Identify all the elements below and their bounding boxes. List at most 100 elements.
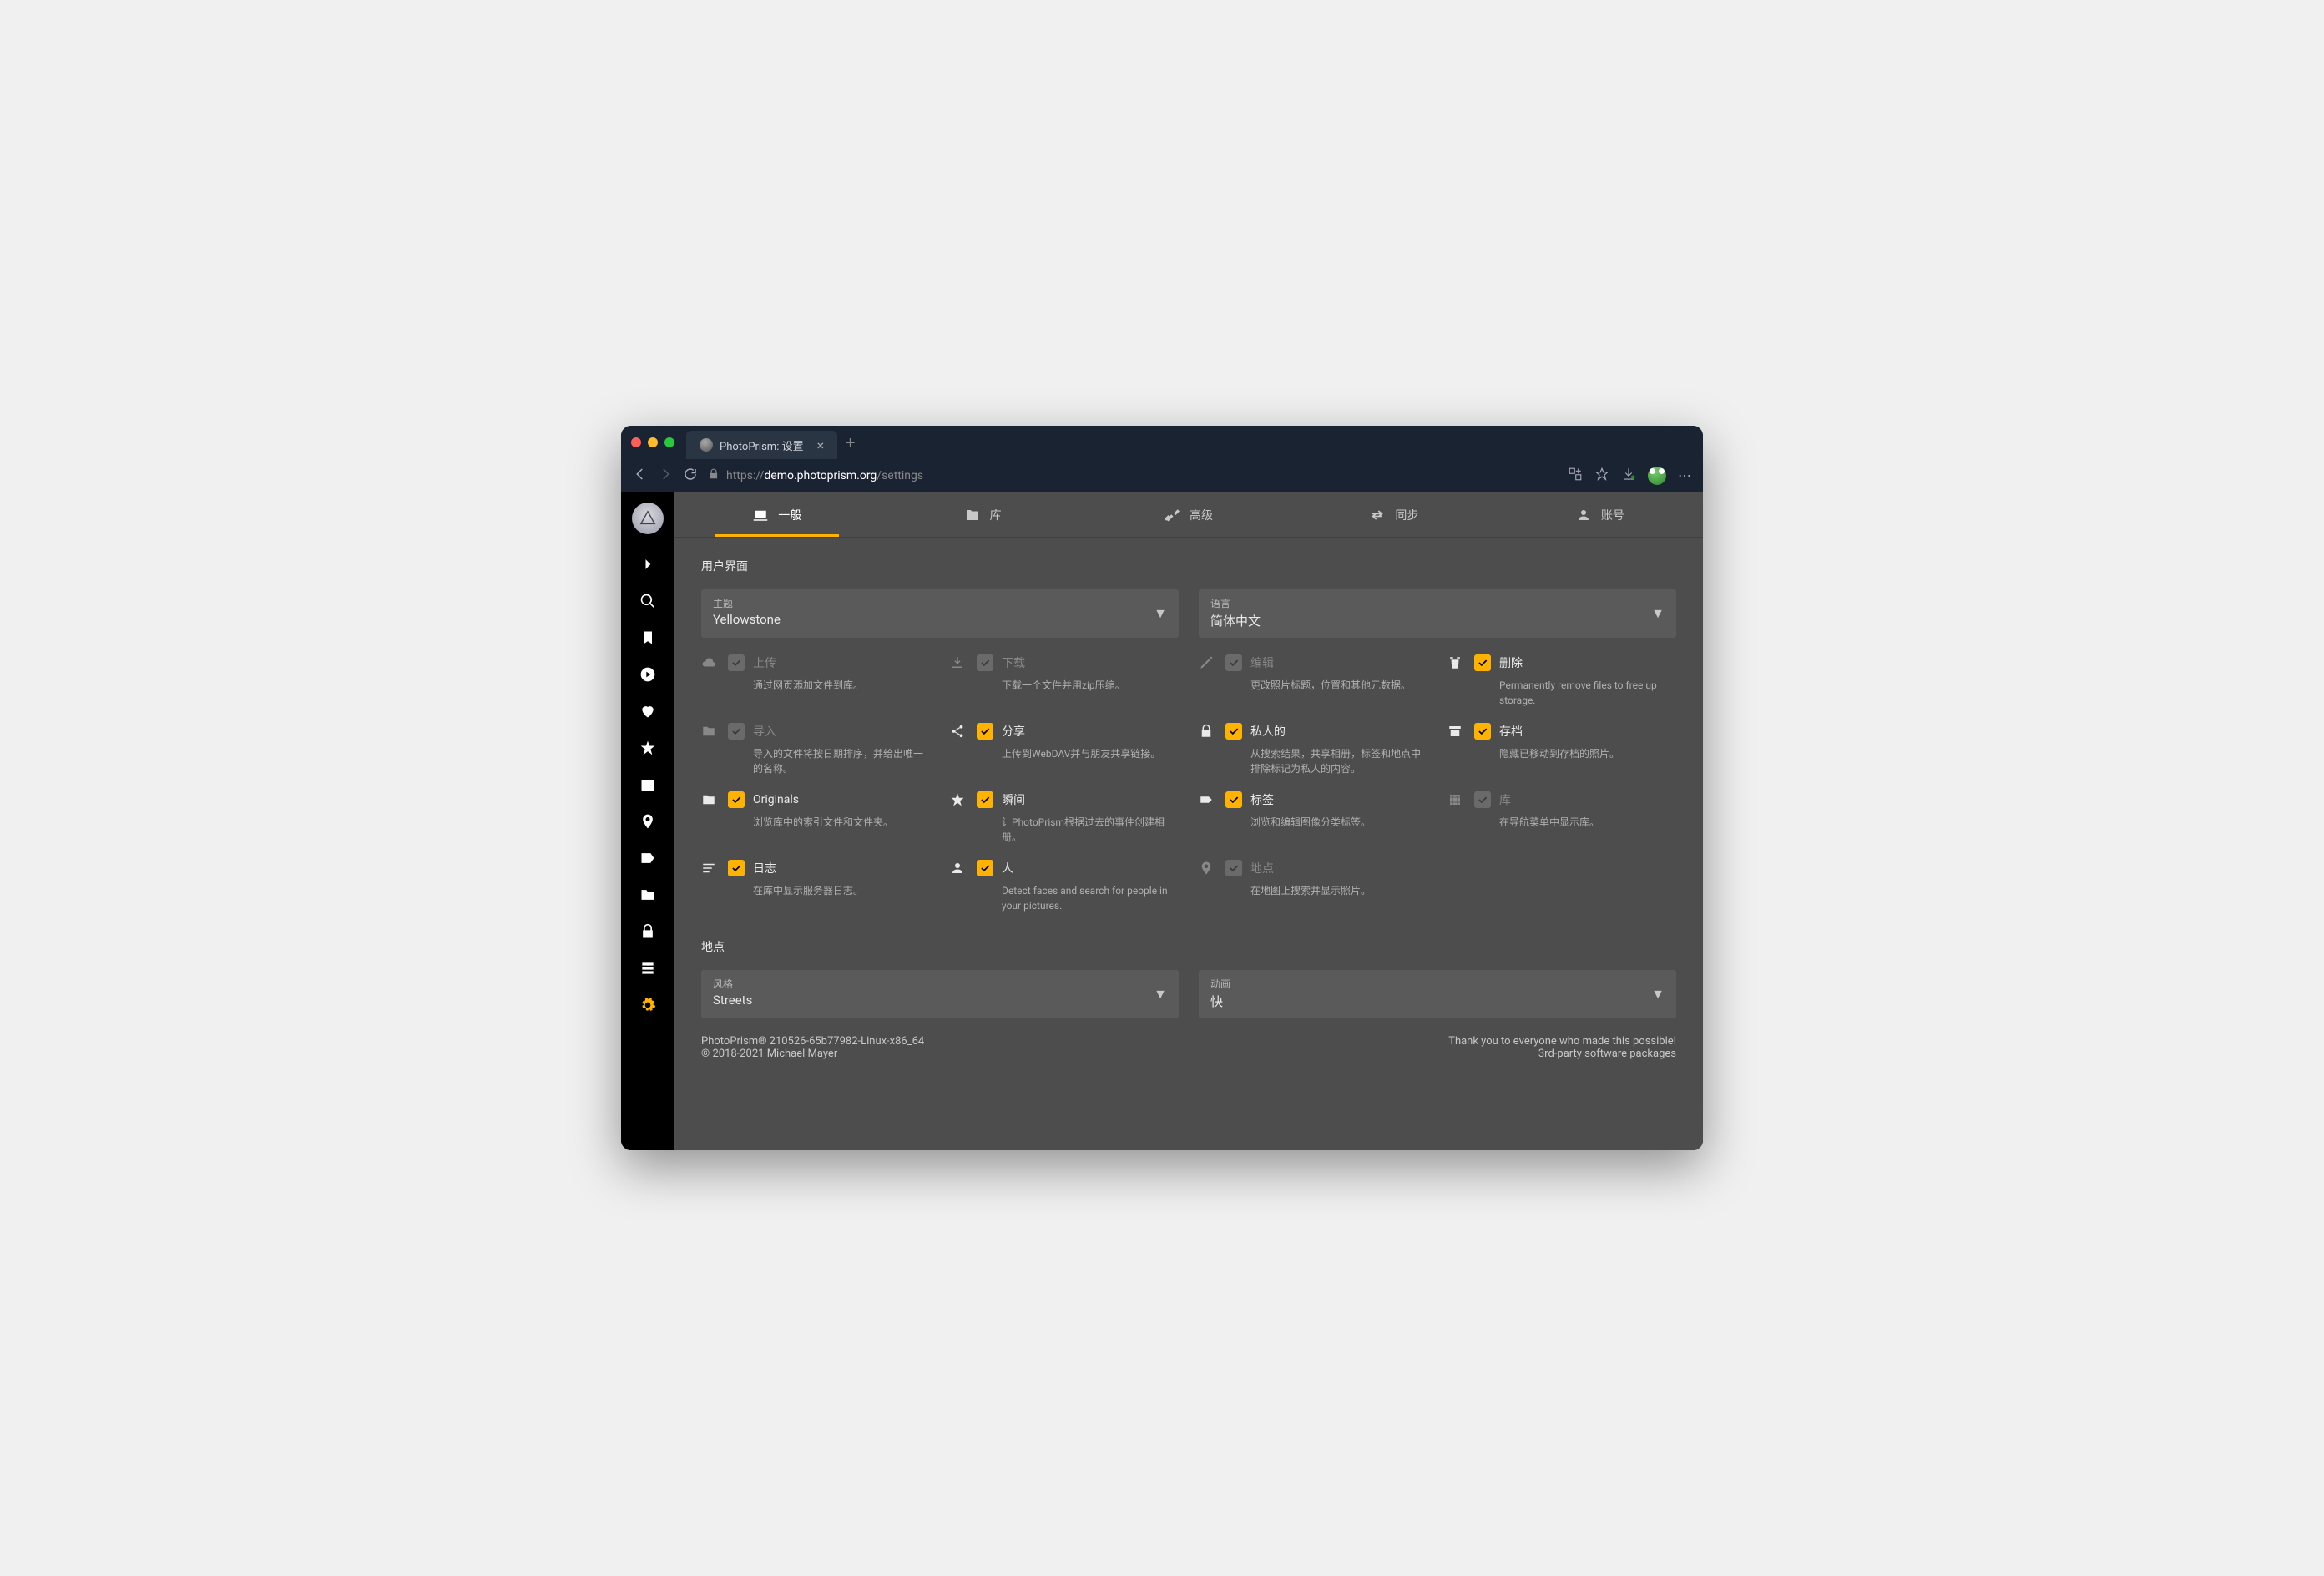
back-button[interactable]: [633, 467, 648, 485]
sidebar-library[interactable]: [631, 952, 664, 985]
checkbox-private[interactable]: [1225, 723, 1242, 740]
option-label: 删除: [1499, 654, 1523, 671]
sidebar-folders[interactable]: [631, 878, 664, 912]
tab-label: 高级: [1190, 507, 1213, 523]
favorite-icon[interactable]: [1594, 467, 1609, 485]
settings-content: 用户界面 主题 Yellowstone ▼ 语言 简体中文 ▼: [674, 538, 1703, 1084]
option-desc: 在导航菜单中显示库。: [1499, 815, 1676, 830]
sidebar-private[interactable]: [631, 915, 664, 948]
downloads-icon[interactable]: [1621, 467, 1636, 485]
select-value: 快: [1210, 993, 1665, 1010]
option-logs: 日志 在库中显示服务器日志。: [701, 860, 930, 913]
checkbox-originals[interactable]: [728, 791, 745, 808]
thanks-link[interactable]: Thank you to everyone who made this poss…: [1448, 1035, 1676, 1048]
checkbox-places[interactable]: [1225, 860, 1242, 876]
checkbox-library[interactable]: [1474, 791, 1491, 808]
archive-icon: [1447, 723, 1466, 776]
style-select[interactable]: 风格 Streets ▼: [701, 970, 1179, 1018]
option-label: 分享: [1002, 723, 1025, 740]
copyright-text: © 2018-2021 Michael Mayer: [701, 1048, 924, 1060]
sidebar-favorites[interactable]: [631, 695, 664, 728]
animation-select[interactable]: 动画 快 ▼: [1199, 970, 1676, 1018]
tab-title: PhotoPrism: 设置: [720, 437, 804, 453]
download-icon: [950, 654, 968, 708]
sidebar-calendar[interactable]: [631, 768, 664, 801]
app-logo[interactable]: [632, 503, 664, 534]
option-desc: 在库中显示服务器日志。: [753, 883, 930, 898]
thirdparty-link[interactable]: 3rd-party software packages: [1538, 1048, 1676, 1060]
folder-plus-icon: [701, 723, 720, 776]
checkbox-labels[interactable]: [1225, 791, 1242, 808]
minimize-window[interactable]: [648, 437, 658, 447]
option-desc: Permanently remove files to free up stor…: [1499, 678, 1676, 708]
option-label: 人: [1002, 860, 1013, 876]
theme-select[interactable]: 主题 Yellowstone ▼: [701, 589, 1179, 638]
close-window[interactable]: [631, 437, 641, 447]
tab-library[interactable]: 库: [880, 492, 1085, 537]
maximize-window[interactable]: [664, 437, 674, 447]
checkbox-edit[interactable]: [1225, 654, 1242, 671]
option-desc: 浏览和编辑图像分类标签。: [1250, 815, 1427, 830]
checkbox-upload[interactable]: [728, 654, 745, 671]
checkbox-people[interactable]: [977, 860, 993, 876]
option-originals: Originals 浏览库中的索引文件和文件夹。: [701, 791, 930, 845]
tab-advanced[interactable]: 高级: [1086, 492, 1291, 537]
extensions-icon[interactable]: [1568, 467, 1583, 485]
select-label: 主题: [713, 596, 1167, 610]
sidebar-settings[interactable]: [631, 988, 664, 1022]
option-label: Originals: [753, 793, 799, 806]
folder-icon: [701, 791, 720, 845]
option-edit: 编辑 更改照片标题，位置和其他元数据。: [1199, 654, 1427, 708]
window-controls: [631, 437, 674, 447]
browser-tab-active[interactable]: PhotoPrism: 设置 ×: [686, 431, 837, 459]
pin-icon: [1199, 860, 1217, 913]
checkbox-share[interactable]: [977, 723, 993, 740]
checkbox-download[interactable]: [977, 654, 993, 671]
option-labels: 标签 浏览和编辑图像分类标签。: [1199, 791, 1427, 845]
tab-label: 一般: [778, 507, 801, 523]
tab-sync[interactable]: 同步: [1291, 492, 1497, 537]
new-tab-button[interactable]: +: [846, 432, 855, 452]
checkbox-delete[interactable]: [1474, 654, 1491, 671]
app-container: 一般 库 高级 同步 账号: [621, 492, 1703, 1150]
tab-general[interactable]: 一般: [674, 492, 880, 537]
option-label: 私人的: [1250, 723, 1286, 740]
ui-selects-row: 主题 Yellowstone ▼ 语言 简体中文 ▼: [701, 589, 1676, 638]
option-desc: 让PhotoPrism根据过去的事件创建相册。: [1002, 815, 1179, 845]
chevron-down-icon: ▼: [1651, 986, 1665, 1003]
checkbox-logs[interactable]: [728, 860, 745, 876]
menu-icon[interactable]: ⋯: [1678, 467, 1691, 483]
option-library: 库 在导航菜单中显示库。: [1447, 791, 1676, 845]
forward-button[interactable]: [658, 467, 673, 485]
select-label: 风格: [713, 977, 1167, 991]
option-people: 人 Detect faces and search for people in …: [950, 860, 1179, 913]
url-field[interactable]: https://demo.photoprism.org/settings: [708, 468, 1558, 483]
option-desc: 通过网页添加文件到库。: [753, 678, 930, 693]
select-value: Streets: [713, 993, 1167, 1008]
checkbox-import[interactable]: [728, 723, 745, 740]
tab-account[interactable]: 账号: [1498, 492, 1703, 537]
select-label: 语言: [1210, 596, 1665, 610]
sidebar: [621, 492, 674, 1150]
sidebar-places[interactable]: [631, 805, 664, 838]
sidebar-expand[interactable]: [631, 548, 664, 581]
language-select[interactable]: 语言 简体中文 ▼: [1199, 589, 1676, 638]
checkbox-archive[interactable]: [1474, 723, 1491, 740]
toolbar-right: ⋯: [1568, 467, 1691, 485]
sidebar-search[interactable]: [631, 584, 664, 618]
option-label: 日志: [753, 860, 776, 876]
option-share: 分享 上传到WebDAV并与朋友共享链接。: [950, 723, 1179, 776]
option-private: 私人的 从搜索结果，共享相册，标签和地点中排除标记为私人的内容。: [1199, 723, 1427, 776]
checkbox-moments[interactable]: [977, 791, 993, 808]
cloud-upload-icon: [701, 654, 720, 708]
section-places-title: 地点: [701, 938, 1676, 955]
label-icon: [1199, 791, 1217, 845]
sidebar-albums[interactable]: [631, 621, 664, 654]
close-tab-icon[interactable]: ×: [817, 437, 825, 453]
sidebar-labels[interactable]: [631, 841, 664, 875]
reload-button[interactable]: [683, 467, 698, 485]
sidebar-videos[interactable]: [631, 658, 664, 691]
profile-avatar[interactable]: [1648, 467, 1666, 485]
sidebar-moments[interactable]: [631, 731, 664, 765]
option-label: 存档: [1499, 723, 1523, 740]
